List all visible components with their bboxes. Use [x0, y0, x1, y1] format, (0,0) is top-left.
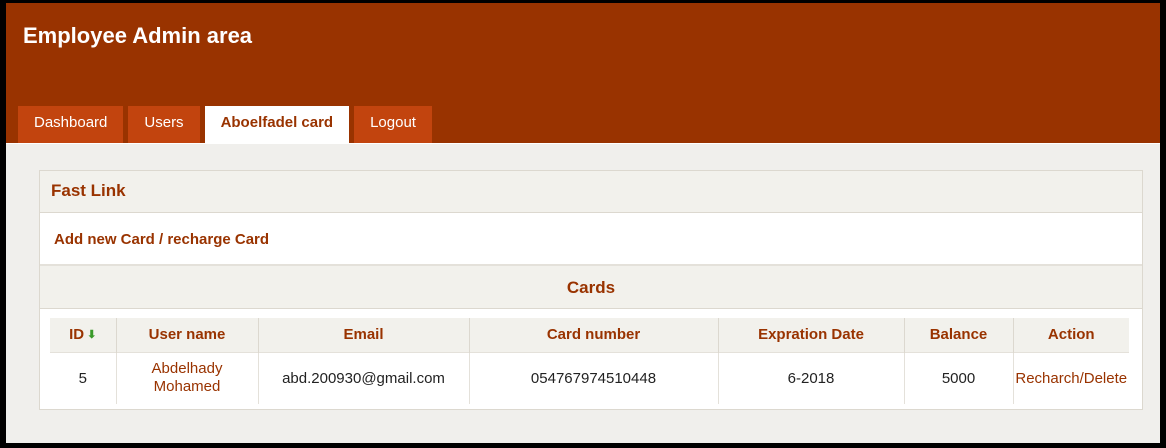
app-title: Employee Admin area	[23, 23, 253, 48]
column-header-balance[interactable]: Balance	[904, 318, 1014, 352]
tab-dashboard[interactable]: Dashboard	[18, 106, 124, 143]
recharge-delete-link[interactable]: Recharch/Delete	[1013, 351, 1129, 404]
table-row: 5 Abdelhady Mohamed abd.200930@gmail.com…	[50, 351, 1129, 404]
fast-link-row: Add new Card / recharge Card	[40, 213, 1142, 266]
user-name-last: Mohamed	[153, 378, 221, 396]
column-header-user-name[interactable]: User name	[116, 318, 259, 352]
cards-table: ID ⬇ User name Email Card number Expratio…	[50, 318, 1129, 404]
arrow-down-icon: ⬇	[87, 329, 97, 342]
cell-expiration: 6-2018	[718, 351, 905, 404]
cards-title: Cards	[40, 266, 1142, 309]
cell-card-number: 054767974510448	[469, 351, 719, 404]
add-card-link[interactable]: Add new Card / recharge Card	[54, 231, 269, 248]
column-header-label: ID	[69, 326, 85, 344]
column-header-action: Action	[1013, 318, 1129, 352]
column-header-email[interactable]: Email	[258, 318, 470, 352]
cell-balance: 5000	[904, 351, 1014, 404]
app-window: Employee Admin area Dashboard Users Aboe…	[6, 3, 1160, 443]
header: Employee Admin area Dashboard Users Aboe…	[6, 3, 1160, 143]
tab-users[interactable]: Users	[128, 106, 200, 143]
table-header-row: ID ⬇ User name Email Card number Expratio…	[50, 318, 1129, 352]
user-name-first: Abdelhady	[151, 360, 223, 378]
cell-user-name: Abdelhady Mohamed	[116, 351, 259, 404]
column-header-card-number[interactable]: Card number	[469, 318, 719, 352]
cell-id: 5	[50, 351, 117, 404]
tab-logout[interactable]: Logout	[354, 106, 432, 143]
main-content: Fast Link Add new Card / recharge Card C…	[6, 143, 1160, 443]
cell-email: abd.200930@gmail.com	[258, 351, 470, 404]
fast-link-panel: Fast Link Add new Card / recharge Card C…	[39, 170, 1143, 410]
column-header-expiration[interactable]: Expration Date	[718, 318, 905, 352]
column-header-id[interactable]: ID ⬇	[50, 318, 117, 352]
nav-tabs: Dashboard Users Aboelfadel card Logout	[18, 106, 437, 143]
fast-link-title: Fast Link	[40, 171, 1142, 213]
tab-aboelfadel-card[interactable]: Aboelfadel card	[204, 106, 350, 143]
